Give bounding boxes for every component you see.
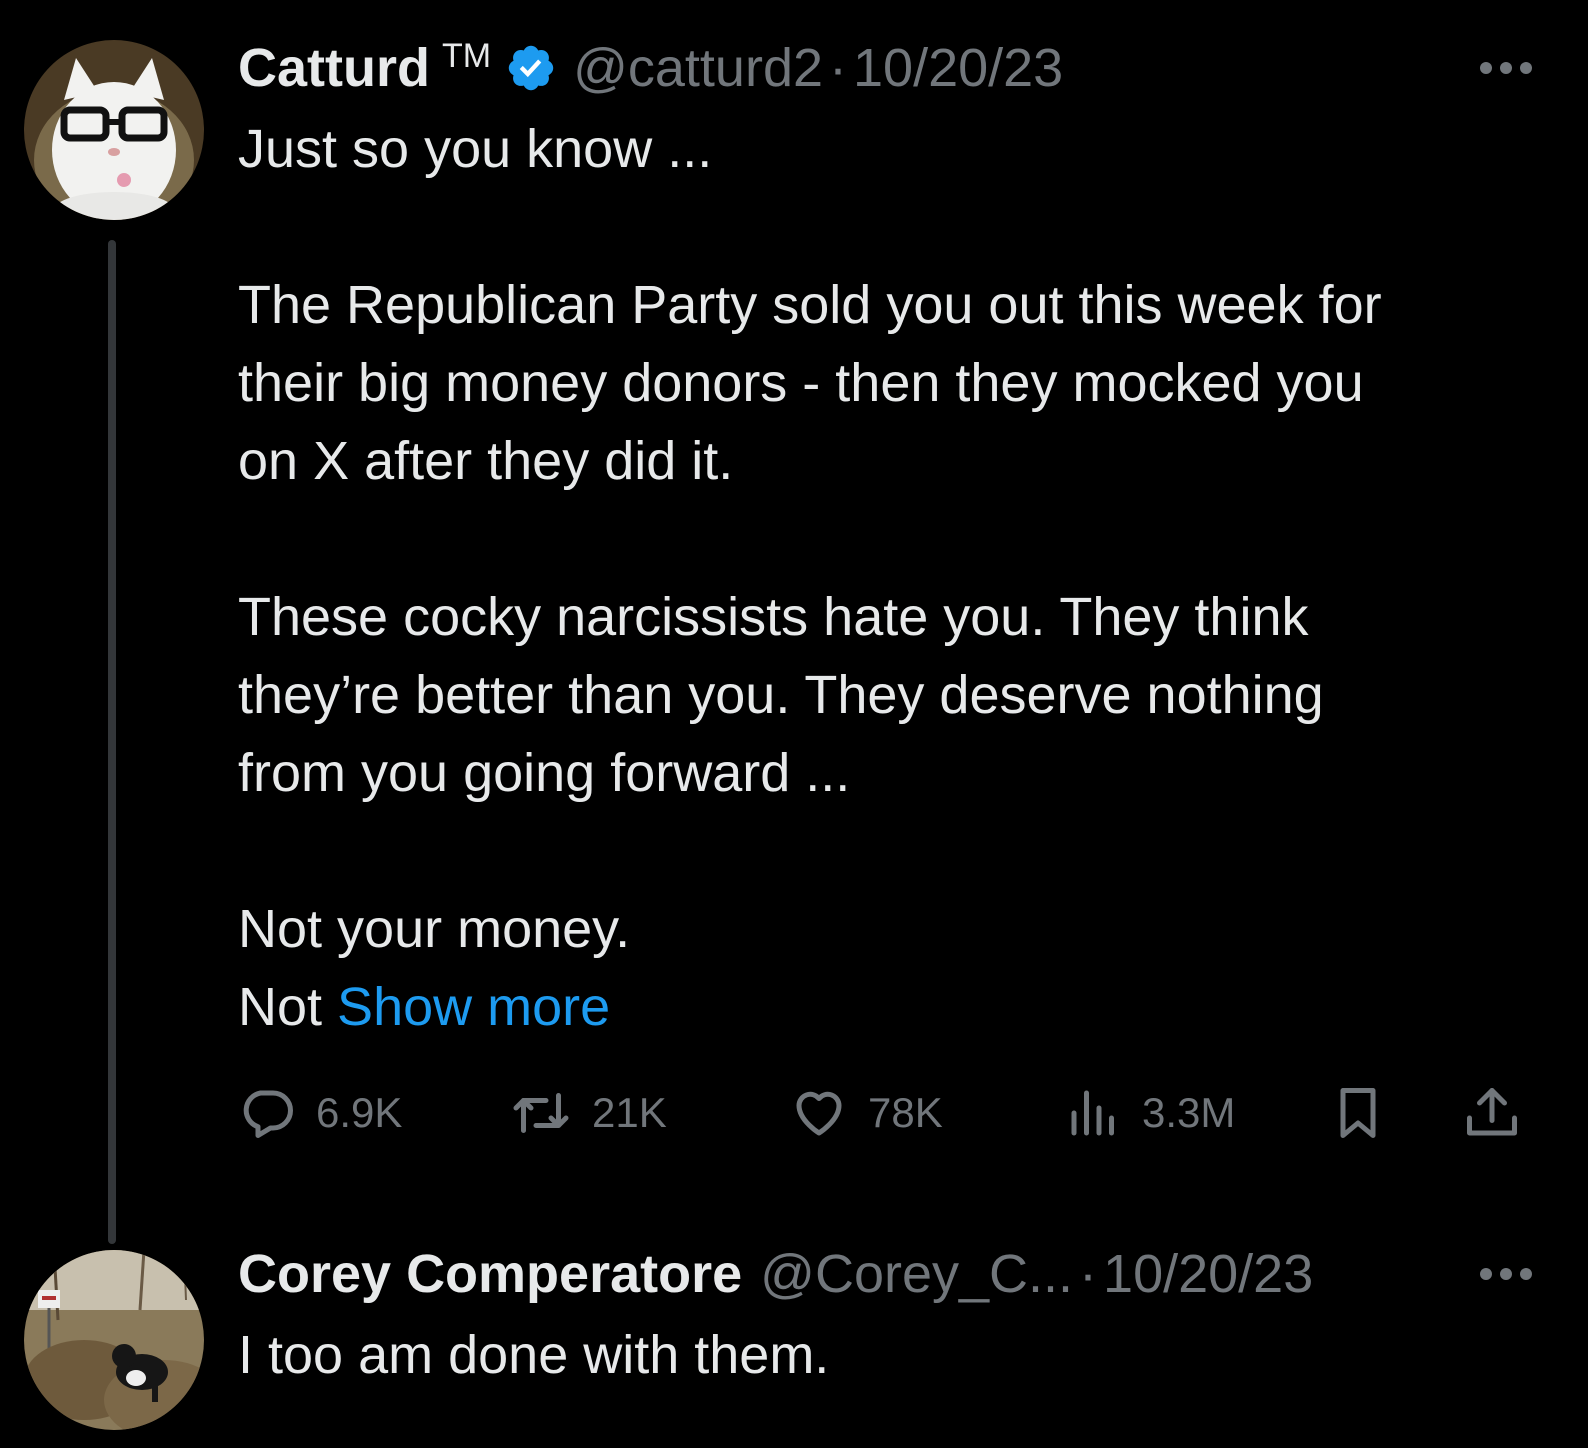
avatar-catturd[interactable] bbox=[24, 40, 204, 220]
bookmark-button[interactable] bbox=[1328, 1080, 1388, 1146]
verified-badge-icon[interactable] bbox=[505, 42, 557, 94]
separator-dot: · bbox=[1079, 1244, 1098, 1304]
more-options-icon[interactable] bbox=[1480, 1264, 1532, 1284]
display-name[interactable]: Catturd bbox=[238, 37, 430, 99]
tweet-actions-bar: 6.9K 21K 78K 3.3M bbox=[238, 1080, 1538, 1146]
last-line-prefix: Not bbox=[238, 977, 338, 1037]
trademark-symbol: TM bbox=[441, 36, 492, 75]
user-handle[interactable]: @Corey_C... bbox=[760, 1243, 1073, 1305]
repost-count: 21K bbox=[592, 1089, 667, 1136]
tweet-line: The Republican Party sold you out this w… bbox=[238, 275, 1382, 335]
tweet-line: from you going forward ... bbox=[238, 743, 851, 803]
reply-icon bbox=[243, 1090, 293, 1138]
more-options-icon[interactable] bbox=[1480, 58, 1532, 78]
thread-connector-line bbox=[108, 240, 116, 1244]
tweet-line: they’re better than you. They deserve no… bbox=[238, 665, 1324, 725]
heart-icon bbox=[796, 1091, 842, 1136]
views-count: 3.3M bbox=[1142, 1089, 1236, 1136]
tweet-line-last: Not Show more bbox=[238, 968, 1538, 1046]
repost-icon bbox=[513, 1093, 569, 1133]
avatar-corey[interactable] bbox=[24, 1250, 204, 1430]
repost-button[interactable]: 21K bbox=[508, 1080, 667, 1146]
tweet-line: on X after they did it. bbox=[238, 431, 734, 491]
tweet-header: Catturd TM @catturd2 · 10/20/23 bbox=[238, 36, 1063, 99]
tweet-line: These cocky narcissists hate you. They t… bbox=[238, 587, 1309, 647]
bookmark-icon bbox=[1340, 1088, 1376, 1138]
tweet-catturd[interactable]: Catturd TM @catturd2 · 10/20/23 Just so … bbox=[0, 0, 1588, 1244]
tweet-date[interactable]: 10/20/23 bbox=[853, 37, 1063, 99]
like-count: 78K bbox=[868, 1089, 943, 1136]
separator-dot: · bbox=[829, 38, 847, 98]
reply-date[interactable]: 10/20/23 bbox=[1103, 1243, 1313, 1305]
share-icon bbox=[1467, 1088, 1517, 1136]
show-more-link[interactable]: Show more bbox=[337, 977, 610, 1037]
reply-button[interactable]: 6.9K bbox=[238, 1080, 402, 1146]
cat-with-glasses-avatar-image bbox=[24, 40, 204, 220]
views-button[interactable]: 3.3M bbox=[1064, 1080, 1235, 1146]
tweet-line: Just so you know ... bbox=[238, 119, 713, 179]
reply-line: I too am done with them. bbox=[238, 1325, 830, 1385]
reply-text: I too am done with them. bbox=[238, 1316, 1538, 1394]
tweet-line: their big money donors - then they mocke… bbox=[238, 353, 1364, 413]
tweet-text: Just so you know ... The Republican Part… bbox=[238, 110, 1538, 1046]
tweet-line: Not your money. bbox=[238, 899, 631, 959]
like-button[interactable]: 78K bbox=[788, 1080, 943, 1146]
user-handle[interactable]: @catturd2 bbox=[573, 37, 823, 99]
tweet-reply-corey[interactable]: Corey Comperatore @Corey_C... · 10/20/23… bbox=[0, 1240, 1588, 1448]
share-button[interactable] bbox=[1462, 1080, 1522, 1146]
reply-count: 6.9K bbox=[316, 1089, 403, 1136]
cat-in-leaves-avatar-image bbox=[24, 1250, 204, 1430]
reply-header: Corey Comperatore @Corey_C... · 10/20/23 bbox=[238, 1244, 1313, 1304]
views-chart-icon bbox=[1071, 1090, 1114, 1136]
display-name[interactable]: Corey Comperatore bbox=[238, 1243, 742, 1305]
